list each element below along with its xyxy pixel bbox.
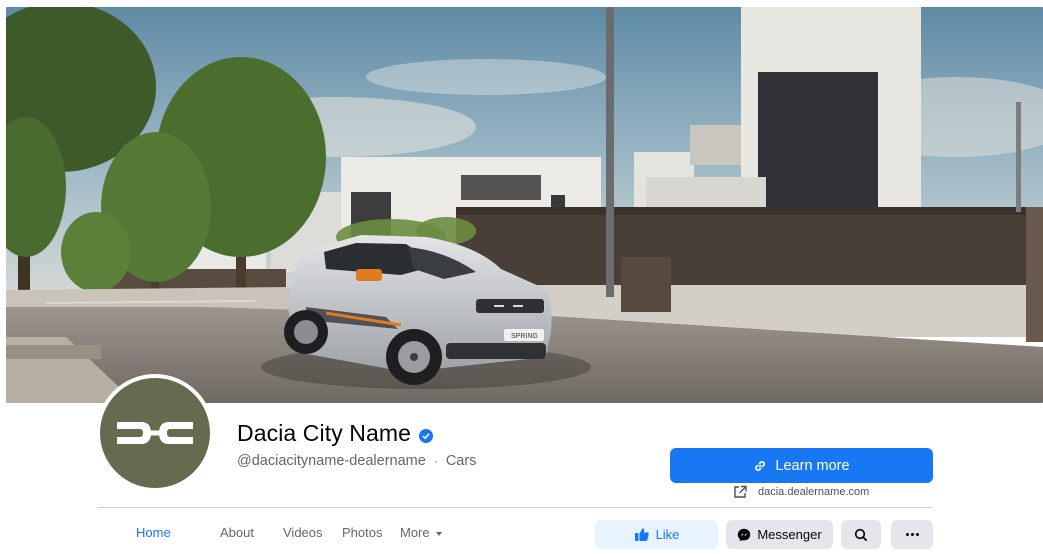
learn-more-label: Learn more — [775, 457, 850, 474]
messenger-icon — [738, 528, 751, 541]
like-label: Like — [655, 527, 680, 542]
tab-photos[interactable]: Photos — [342, 525, 382, 540]
thumbs-up-icon — [634, 528, 649, 541]
learn-more-button[interactable]: Learn more — [670, 448, 933, 483]
website-link[interactable]: dacia.dealername.com — [733, 485, 869, 499]
tab-more-label: More — [400, 525, 430, 540]
caret-down-icon — [435, 532, 442, 536]
more-options-button[interactable] — [891, 520, 933, 549]
page-category[interactable]: Cars — [446, 453, 477, 469]
cover-photo[interactable]: SPRING — [6, 7, 1043, 403]
cover-photo-illustration: SPRING — [6, 7, 1043, 403]
page-title: Dacia City Name — [237, 420, 434, 447]
tab-videos[interactable]: Videos — [283, 525, 323, 540]
ellipsis-icon — [905, 533, 919, 536]
page-avatar[interactable] — [96, 374, 214, 492]
page-subline: @daciacityname-dealername · Cars — [237, 453, 476, 469]
header-divider — [98, 507, 933, 508]
like-button[interactable]: Like — [595, 520, 718, 549]
verified-badge-icon — [419, 429, 434, 443]
car-badge: SPRING — [511, 333, 538, 340]
external-link-icon — [734, 485, 747, 498]
dacia-logo — [100, 378, 210, 488]
messenger-button[interactable]: Messenger — [726, 520, 833, 549]
search-icon — [854, 528, 868, 541]
separator-dot: · — [433, 454, 438, 468]
search-button[interactable] — [841, 520, 881, 549]
tab-about[interactable]: About — [220, 525, 254, 540]
messenger-label: Messenger — [757, 527, 822, 542]
link-icon — [755, 460, 766, 471]
page-handle: @daciacityname-dealername — [237, 453, 426, 469]
tab-more[interactable]: More — [400, 525, 442, 540]
dacia-logo-icon — [117, 422, 193, 444]
website-url[interactable]: dacia.dealername.com — [758, 486, 869, 498]
page-name-text: Dacia City Name — [237, 420, 412, 446]
tab-home[interactable]: Home — [136, 525, 171, 540]
